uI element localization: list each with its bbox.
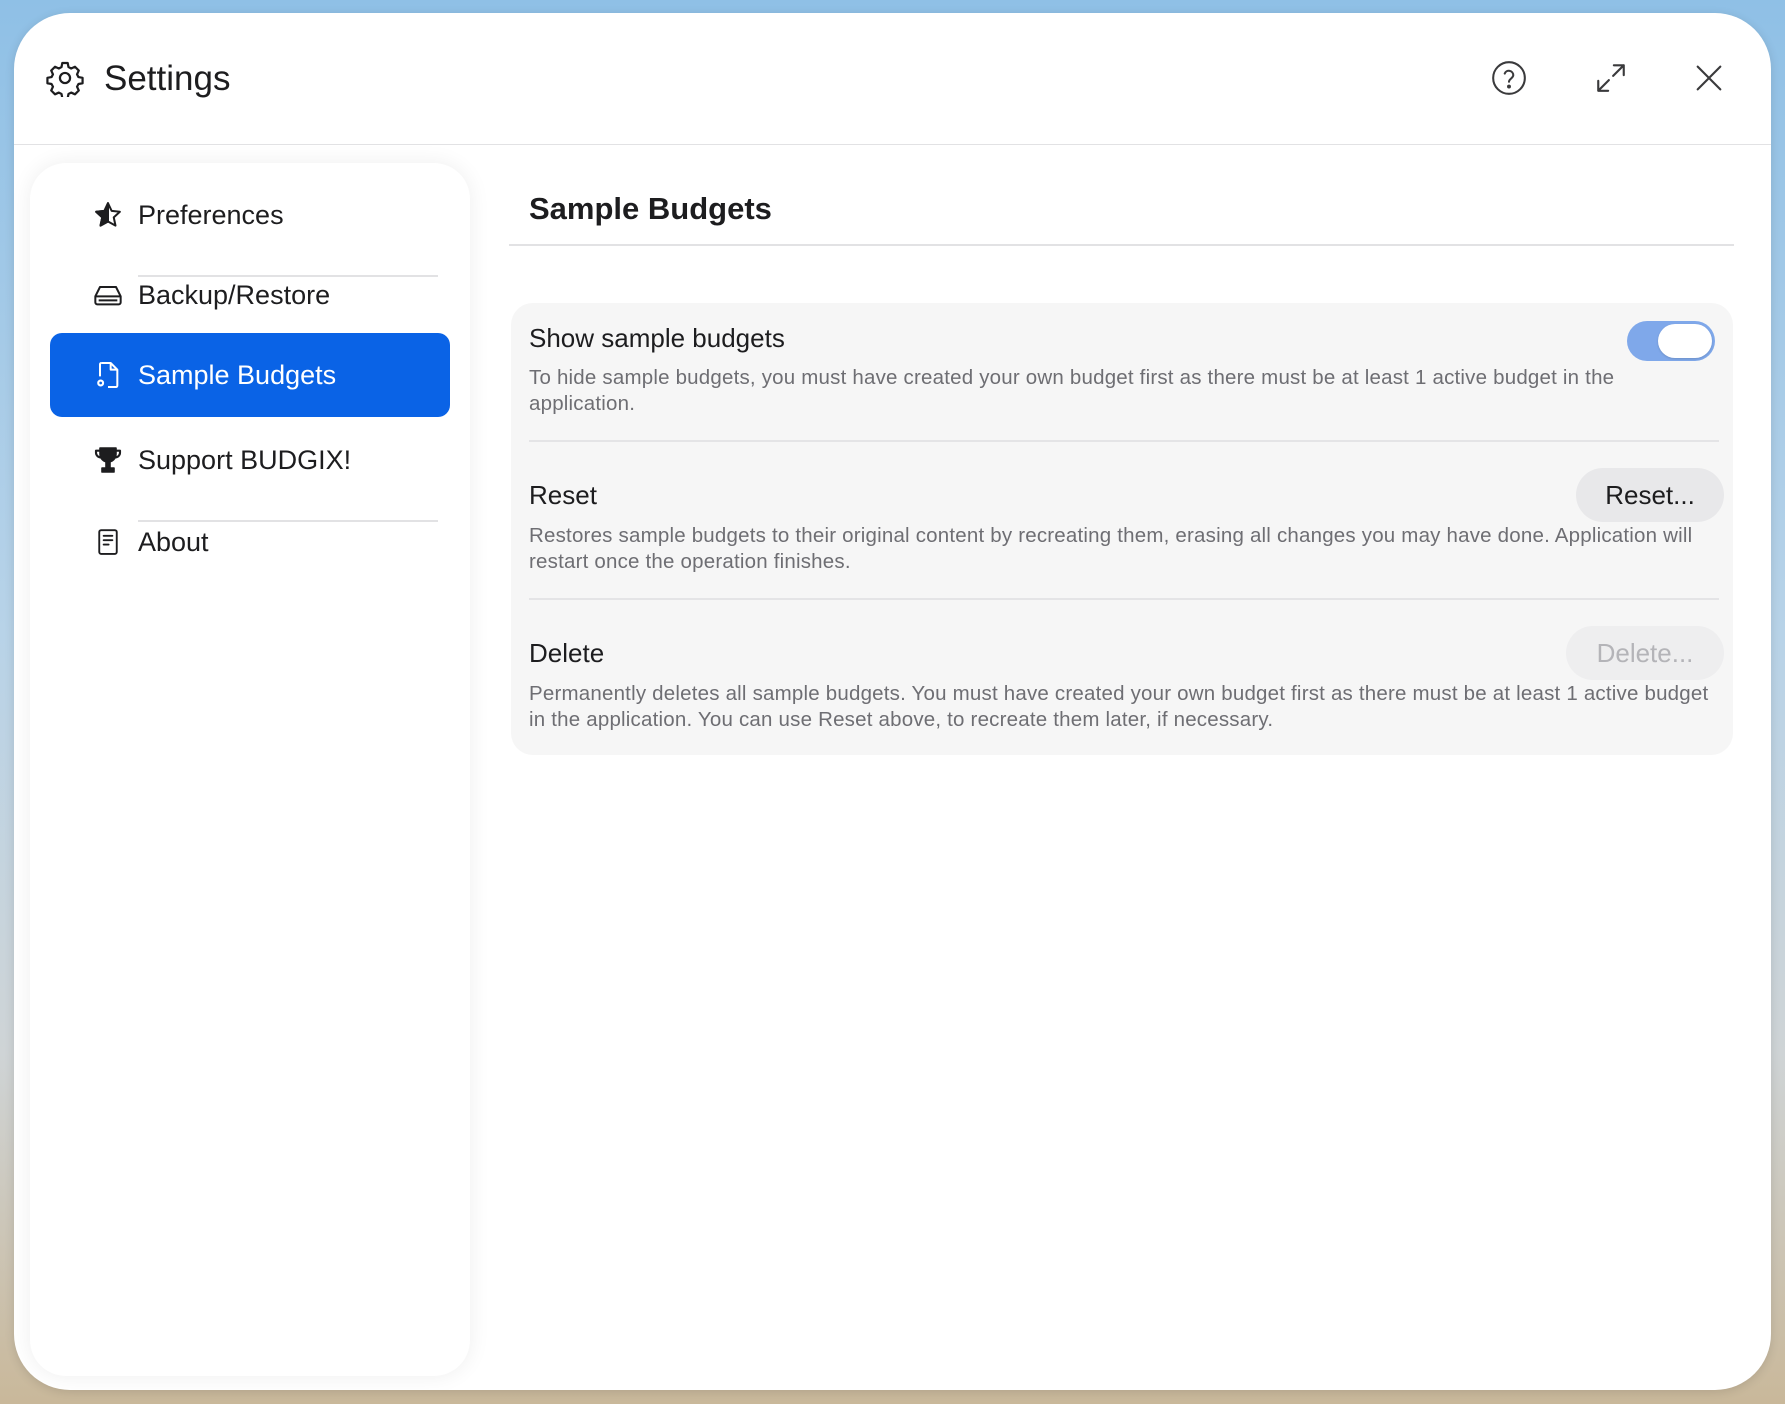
sidebar-item-label: Sample Budgets (138, 360, 337, 390)
reset-description: Restores sample budgets to their origina… (529, 524, 1693, 573)
expand-icon (1594, 61, 1628, 100)
sidebar-item-label: Preferences (138, 200, 284, 230)
close-button[interactable] (1689, 60, 1729, 100)
sidebar-item-about[interactable]: About (50, 500, 450, 584)
reset-label: Reset (529, 480, 597, 510)
sidebar-item-sample-budgets[interactable]: Sample Budgets (50, 333, 450, 417)
title-divider (509, 244, 1734, 246)
question-circle-icon (1490, 59, 1528, 102)
show-sample-budgets-toggle[interactable] (1627, 321, 1715, 361)
drive-icon (92, 279, 124, 311)
sample-document-icon (92, 359, 124, 391)
expand-button[interactable] (1591, 60, 1631, 100)
delete-label: Delete (529, 638, 605, 668)
star-icon (92, 199, 124, 231)
close-icon (1692, 61, 1726, 100)
row-divider (529, 598, 1719, 600)
toggle-knob (1658, 324, 1712, 358)
trophy-icon (92, 444, 124, 476)
show-sample-budgets-description: To hide sample budgets, you must have cr… (529, 366, 1615, 415)
document-icon (92, 526, 124, 558)
settings-window: Settings Preferences Backup/Restore Samp… (14, 13, 1771, 1390)
main-content: Sample Budgets Show sample budgets To hi… (509, 163, 1739, 1363)
sidebar-item-label: Support BUDGIX! (138, 445, 352, 475)
sidebar-item-support[interactable]: Support BUDGIX! (50, 418, 450, 502)
window-title: Settings (104, 59, 231, 98)
title-bar: Settings (14, 13, 1771, 145)
sample-budgets-card: Show sample budgets To hide sample budge… (511, 303, 1733, 755)
gear-icon (46, 59, 84, 100)
sidebar: Preferences Backup/Restore Sample Budget… (30, 163, 470, 1376)
show-sample-budgets-label: Show sample budgets (529, 323, 785, 353)
sidebar-item-label: About (138, 527, 209, 557)
page-title: Sample Budgets (529, 191, 772, 226)
reset-button[interactable]: Reset... (1576, 468, 1724, 522)
delete-description: Permanently deletes all sample budgets. … (529, 682, 1709, 731)
sidebar-item-backup-restore[interactable]: Backup/Restore (50, 253, 450, 337)
row-divider (529, 440, 1719, 442)
help-button[interactable] (1489, 60, 1529, 100)
delete-button[interactable]: Delete... (1566, 626, 1724, 680)
sidebar-item-preferences[interactable]: Preferences (50, 173, 450, 257)
sidebar-item-label: Backup/Restore (138, 280, 331, 310)
